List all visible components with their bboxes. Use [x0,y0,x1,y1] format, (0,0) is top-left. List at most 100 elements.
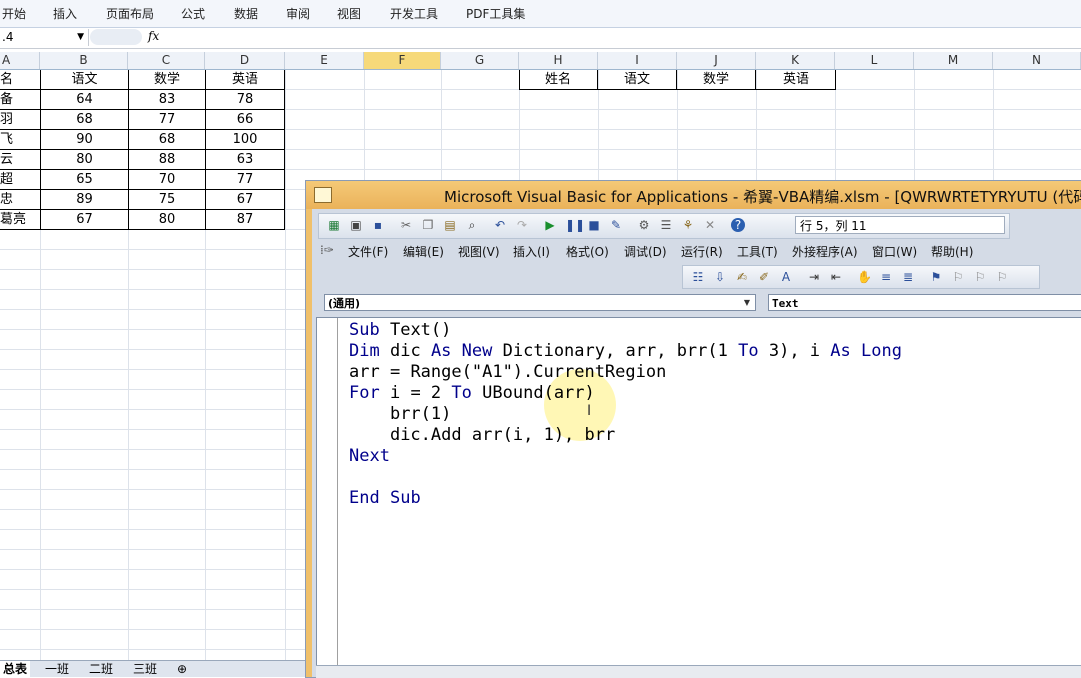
tab-home[interactable]: 开始 [2,5,26,22]
header-cell-chinese[interactable]: 语文 [41,70,129,90]
menu-debug[interactable]: 调试(D) [624,243,667,260]
list-properties-icon[interactable]: ☷ [691,270,705,284]
code-line[interactable]: Sub Text() [349,320,902,341]
menu-tools[interactable]: 工具(T) [737,243,778,260]
table-cell[interactable]: 65 [41,170,129,190]
design-mode-icon[interactable]: ✎ [609,218,623,232]
table-cell[interactable]: 68 [129,130,206,150]
right-header-name[interactable]: 姓名 [519,70,598,90]
chevron-down-icon[interactable]: ▼ [77,29,84,46]
find-icon[interactable]: ⌕ [465,218,479,232]
parameter-info-icon[interactable]: ✐ [757,270,771,284]
menu-format[interactable]: 格式(O) [566,243,609,260]
column-header-i[interactable]: I [598,52,677,69]
cut-icon[interactable]: ✂ [399,218,413,232]
redo-icon[interactable]: ↷ [515,218,529,232]
menu-window[interactable]: 窗口(W) [872,243,917,260]
table-cell[interactable]: 70 [129,170,206,190]
table-cell[interactable]: 忠 [0,190,41,210]
table-cell[interactable]: 90 [41,130,129,150]
toolbox-icon[interactable]: ✕ [703,218,717,232]
tab-view[interactable]: 视图 [337,5,361,22]
save-icon[interactable]: ▪ [371,218,385,232]
table-cell[interactable]: 66 [206,110,285,130]
sheet-tab-class1[interactable]: 一班 [42,661,72,677]
table-cell[interactable]: 77 [129,110,206,130]
table-cell[interactable]: 64 [41,90,129,110]
tab-data[interactable]: 数据 [234,5,258,22]
run-icon[interactable]: ▶ [543,218,557,232]
table-cell[interactable]: 葛亮 [0,210,41,230]
tab-formulas[interactable]: 公式 [181,5,205,22]
object-browser-icon[interactable]: ⚘ [681,218,695,232]
sheet-tab-total[interactable]: 总表 [0,661,31,677]
tab-review[interactable]: 审阅 [286,5,310,22]
table-cell[interactable]: 78 [206,90,285,110]
code-text[interactable]: Sub Text() Dim dic As New Dictionary, arr… [349,320,902,509]
column-header-c[interactable]: C [128,52,205,69]
next-bookmark-icon[interactable]: ⚐ [951,270,965,284]
sheet-tab-class2[interactable]: 二班 [86,661,116,677]
project-explorer-icon[interactable]: ⚙ [637,218,651,232]
insert-module-icon[interactable]: ▣ [349,218,363,232]
code-editor[interactable]: Sub Text() Dim dic As New Dictionary, arr… [316,317,1081,666]
column-header-m[interactable]: M [914,52,993,69]
menu-view[interactable]: 视图(V) [458,243,500,260]
menu-run[interactable]: 运行(R) [681,243,723,260]
tab-page-layout[interactable]: 页面布局 [106,5,154,22]
table-cell[interactable]: 88 [129,150,206,170]
function-icon[interactable]: fx [148,29,159,43]
table-cell[interactable]: 80 [129,210,206,230]
clear-bookmarks-icon[interactable]: ⚐ [995,270,1009,284]
right-header-math[interactable]: 数学 [677,70,756,90]
vba-title-bar[interactable]: Microsoft Visual Basic for Applications … [306,181,1081,209]
table-cell[interactable]: 87 [206,210,285,230]
formula-buttons[interactable] [90,29,142,45]
column-header-h[interactable]: H [519,52,598,69]
table-cell[interactable]: 100 [206,130,285,150]
table-cell[interactable]: 67 [206,190,285,210]
list-constants-icon[interactable]: ⇩ [713,270,727,284]
table-cell[interactable]: 超 [0,170,41,190]
column-header-k[interactable]: K [756,52,835,69]
table-cell[interactable]: 83 [129,90,206,110]
reset-icon[interactable]: ■ [587,218,601,232]
header-cell-math[interactable]: 数学 [129,70,206,90]
comment-block-icon[interactable]: ≡ [879,270,893,284]
table-cell[interactable]: 飞 [0,130,41,150]
table-cell[interactable]: 89 [41,190,129,210]
sheet-tab-class3[interactable]: 三班 [130,661,160,677]
code-line[interactable]: arr = Range("A1").CurrentRegion [349,362,902,383]
paste-icon[interactable]: ▤ [443,218,457,232]
code-line[interactable]: brr(1) [349,404,902,425]
column-header-g[interactable]: G [441,52,519,69]
menu-addins[interactable]: 外接程序(A) [792,243,858,260]
column-header-f[interactable]: F [364,52,441,69]
table-cell[interactable]: 68 [41,110,129,130]
table-cell[interactable]: 67 [41,210,129,230]
code-line[interactable]: Next [349,446,902,467]
menu-edit[interactable]: 编辑(E) [403,243,444,260]
procedure-dropdown[interactable]: Text [768,294,1081,311]
outdent-icon[interactable]: ⇤ [829,270,843,284]
right-header-chinese[interactable]: 语文 [598,70,677,90]
help-icon[interactable]: ? [731,218,745,232]
table-cell[interactable]: 63 [206,150,285,170]
menu-file[interactable]: 文件(F) [348,243,388,260]
header-cell-english[interactable]: 英语 [206,70,285,90]
horizontal-scrollbar[interactable] [316,665,1081,678]
quick-info-icon[interactable]: ✍ [735,270,749,284]
properties-icon[interactable]: ☰ [659,218,673,232]
menu-help[interactable]: 帮助(H) [931,243,973,260]
column-header-b[interactable]: B [40,52,128,69]
table-cell[interactable]: 77 [206,170,285,190]
table-cell[interactable]: 75 [129,190,206,210]
undo-icon[interactable]: ↶ [493,218,507,232]
menu-insert[interactable]: 插入(I) [513,243,550,260]
right-header-english[interactable]: 英语 [756,70,836,90]
code-line[interactable]: End Sub [349,488,902,509]
pause-icon[interactable]: ❚❚ [565,218,585,232]
complete-word-icon[interactable]: A [779,270,793,284]
code-margin[interactable] [317,318,338,666]
tab-pdf-tools[interactable]: PDF工具集 [466,5,525,22]
